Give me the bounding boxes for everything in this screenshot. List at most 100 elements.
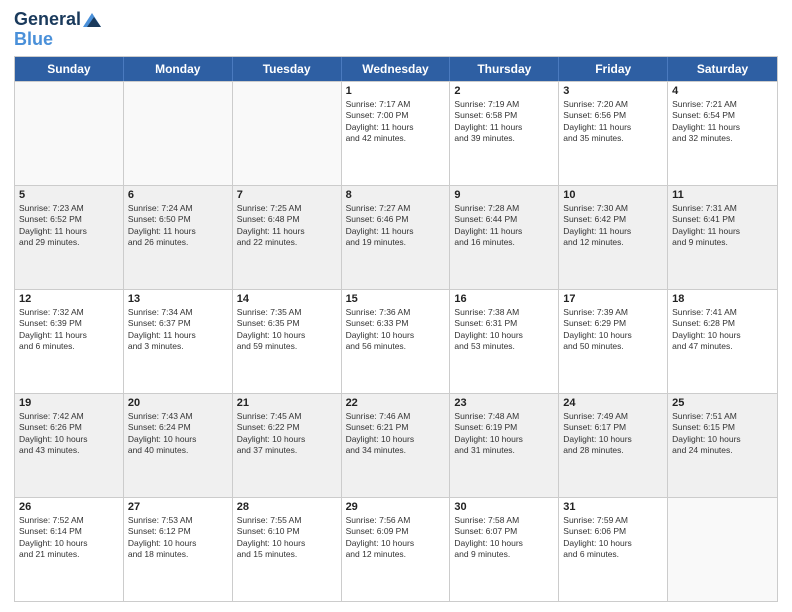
cell-line: Sunrise: 7:36 AM	[346, 307, 446, 318]
day-number: 25	[672, 397, 773, 409]
day-number: 10	[563, 189, 663, 201]
cell-line: Sunrise: 7:17 AM	[346, 99, 446, 110]
cell-line: and 19 minutes.	[346, 237, 446, 248]
day-number: 8	[346, 189, 446, 201]
cell-line: Sunrise: 7:53 AM	[128, 515, 228, 526]
cell-line: Sunrise: 7:38 AM	[454, 307, 554, 318]
calendar-cell: 28Sunrise: 7:55 AMSunset: 6:10 PMDayligh…	[233, 498, 342, 601]
header-cell-saturday: Saturday	[668, 57, 777, 81]
calendar-header: SundayMondayTuesdayWednesdayThursdayFrid…	[15, 57, 777, 81]
cell-line: Daylight: 11 hours	[563, 122, 663, 133]
cell-line: and 56 minutes.	[346, 341, 446, 352]
cell-line: Sunset: 6:50 PM	[128, 214, 228, 225]
cell-line: Daylight: 10 hours	[237, 434, 337, 445]
cell-line: Daylight: 10 hours	[563, 538, 663, 549]
cell-line: and 40 minutes.	[128, 445, 228, 456]
cell-line: Sunrise: 7:55 AM	[237, 515, 337, 526]
calendar-cell: 18Sunrise: 7:41 AMSunset: 6:28 PMDayligh…	[668, 290, 777, 393]
calendar-cell: 11Sunrise: 7:31 AMSunset: 6:41 PMDayligh…	[668, 186, 777, 289]
cell-line: Sunrise: 7:48 AM	[454, 411, 554, 422]
calendar-cell: 30Sunrise: 7:58 AMSunset: 6:07 PMDayligh…	[450, 498, 559, 601]
cell-line: Sunset: 6:56 PM	[563, 110, 663, 121]
cell-line: Daylight: 10 hours	[346, 330, 446, 341]
cell-line: Daylight: 10 hours	[563, 330, 663, 341]
calendar-cell: 16Sunrise: 7:38 AMSunset: 6:31 PMDayligh…	[450, 290, 559, 393]
calendar-cell: 1Sunrise: 7:17 AMSunset: 7:00 PMDaylight…	[342, 82, 451, 185]
cell-line: Sunset: 6:17 PM	[563, 422, 663, 433]
cell-line: Sunrise: 7:31 AM	[672, 203, 773, 214]
day-number: 5	[19, 189, 119, 201]
day-number: 14	[237, 293, 337, 305]
cell-line: Sunset: 6:54 PM	[672, 110, 773, 121]
cell-line: and 59 minutes.	[237, 341, 337, 352]
calendar-cell: 10Sunrise: 7:30 AMSunset: 6:42 PMDayligh…	[559, 186, 668, 289]
cell-line: Daylight: 10 hours	[128, 538, 228, 549]
day-number: 23	[454, 397, 554, 409]
cell-line: and 34 minutes.	[346, 445, 446, 456]
cell-line: and 42 minutes.	[346, 133, 446, 144]
day-number: 4	[672, 85, 773, 97]
day-number: 19	[19, 397, 119, 409]
calendar-cell: 21Sunrise: 7:45 AMSunset: 6:22 PMDayligh…	[233, 394, 342, 497]
cell-line: and 22 minutes.	[237, 237, 337, 248]
cell-line: Daylight: 11 hours	[237, 226, 337, 237]
cell-line: and 3 minutes.	[128, 341, 228, 352]
cell-line: and 29 minutes.	[19, 237, 119, 248]
calendar-cell: 26Sunrise: 7:52 AMSunset: 6:14 PMDayligh…	[15, 498, 124, 601]
calendar-cell: 17Sunrise: 7:39 AMSunset: 6:29 PMDayligh…	[559, 290, 668, 393]
cell-line: Daylight: 11 hours	[672, 122, 773, 133]
calendar-body: 1 Sunrise: 7:17 AMSunset: 7:00 PM Daylight…	[15, 81, 777, 601]
calendar-cell: 2Sunrise: 7:19 AMSunset: 6:58 PMDaylight…	[450, 82, 559, 185]
cell-line: Daylight: 11 hours	[128, 226, 228, 237]
header-cell-thursday: Thursday	[450, 57, 559, 81]
cell-line: Sunrise: 7:20 AM	[563, 99, 663, 110]
cell-line: Daylight: 11 hours	[19, 226, 119, 237]
cell-line: Daylight: 11 hours	[128, 330, 228, 341]
logo: General Blue	[14, 10, 101, 50]
cell-line: and 47 minutes.	[672, 341, 773, 352]
calendar-cell: 5Sunrise: 7:23 AMSunset: 6:52 PMDaylight…	[15, 186, 124, 289]
day-number: 6	[128, 189, 228, 201]
cell-line: Sunrise: 7:34 AM	[128, 307, 228, 318]
cell-line: Daylight: 11 hours	[563, 226, 663, 237]
logo-icon	[83, 13, 101, 27]
cell-line: and 21 minutes.	[19, 549, 119, 560]
cell-line: Sunrise: 7:32 AM	[19, 307, 119, 318]
cell-line: Sunrise: 7:27 AM	[346, 203, 446, 214]
cell-line: Sunset: 6:10 PM	[237, 526, 337, 537]
page: General Blue SundayMondayTuesdayWednesda…	[0, 0, 792, 612]
cell-line: and 16 minutes.	[454, 237, 554, 248]
cell-line: Sunset: 6:09 PM	[346, 526, 446, 537]
cell-line: Sunset: 6:39 PM	[19, 318, 119, 329]
cell-line: Sunset: 6:35 PM	[237, 318, 337, 329]
calendar-cell: 29Sunrise: 7:56 AMSunset: 6:09 PMDayligh…	[342, 498, 451, 601]
cell-line: Sunset: 6:24 PM	[128, 422, 228, 433]
cell-line: Sunrise: 7:49 AM	[563, 411, 663, 422]
cell-line: Sunset: 7:00 PM	[346, 110, 446, 121]
cell-line: and 12 minutes.	[563, 237, 663, 248]
cell-line: Sunset: 6:41 PM	[672, 214, 773, 225]
cell-line: Sunrise: 7:45 AM	[237, 411, 337, 422]
calendar-row-1: 5Sunrise: 7:23 AMSunset: 6:52 PMDaylight…	[15, 185, 777, 289]
day-number: 1	[346, 85, 446, 97]
cell-line: Sunrise: 7:28 AM	[454, 203, 554, 214]
cell-line: Sunrise: 7:19 AM	[454, 99, 554, 110]
cell-line: and 37 minutes.	[237, 445, 337, 456]
cell-line: Sunset: 6:29 PM	[563, 318, 663, 329]
cell-line: and 39 minutes.	[454, 133, 554, 144]
cell-line: Sunset: 6:46 PM	[346, 214, 446, 225]
calendar-cell: 19Sunrise: 7:42 AMSunset: 6:26 PMDayligh…	[15, 394, 124, 497]
cell-line: Sunrise: 7:51 AM	[672, 411, 773, 422]
cell-line: Sunrise: 7:46 AM	[346, 411, 446, 422]
cell-line: Daylight: 10 hours	[19, 538, 119, 549]
calendar-cell: 12Sunrise: 7:32 AMSunset: 6:39 PMDayligh…	[15, 290, 124, 393]
calendar-cell: 31Sunrise: 7:59 AMSunset: 6:06 PMDayligh…	[559, 498, 668, 601]
cell-line: Sunrise: 7:23 AM	[19, 203, 119, 214]
cell-line: Daylight: 10 hours	[454, 434, 554, 445]
cell-line: and 31 minutes.	[454, 445, 554, 456]
cell-line: Sunrise: 7:35 AM	[237, 307, 337, 318]
day-number: 22	[346, 397, 446, 409]
cell-line: Sunrise: 7:52 AM	[19, 515, 119, 526]
cell-line: Daylight: 10 hours	[237, 538, 337, 549]
cell-line: Daylight: 11 hours	[454, 122, 554, 133]
